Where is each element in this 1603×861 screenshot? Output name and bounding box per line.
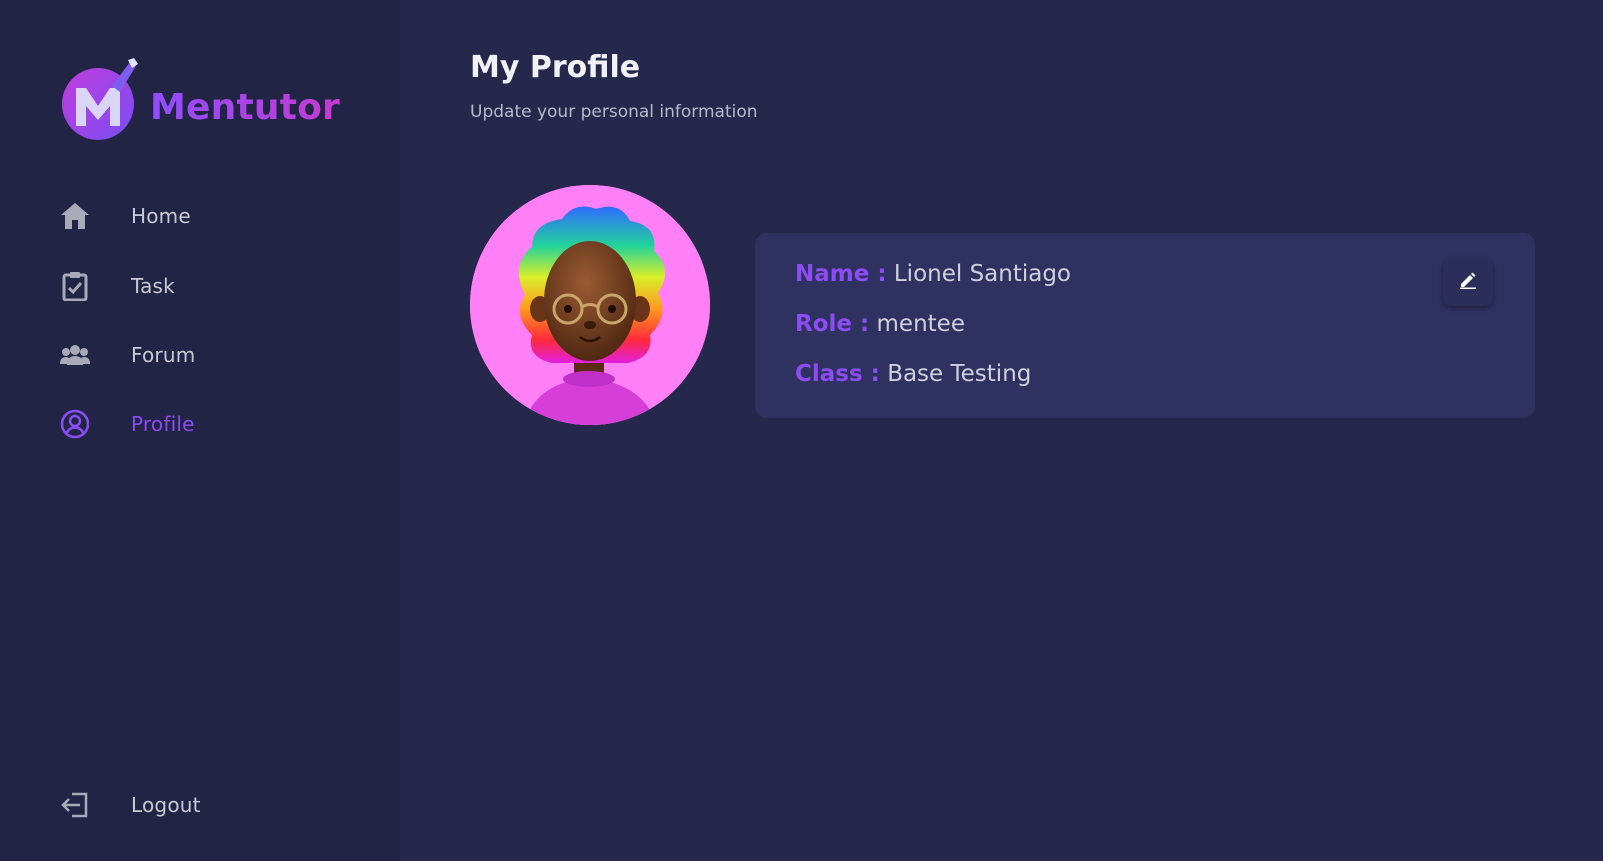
sidebar: Mentutor Home Task Forum Profile Logout <box>0 0 400 861</box>
sidebar-item-label: Home <box>131 204 191 228</box>
sidebar-item-profile[interactable]: Profile <box>60 404 360 444</box>
sidebar-item-label: Profile <box>131 412 195 436</box>
class-label: Class : <box>795 361 880 387</box>
profile-role-row: Role : mentee <box>795 311 965 337</box>
profile-info-card: Name : Lionel Santiago Role : mentee Cla… <box>755 233 1535 418</box>
profile-name-row: Name : Lionel Santiago <box>795 261 1071 287</box>
logout-icon <box>60 790 90 820</box>
user-circle-icon <box>60 409 90 439</box>
brand-name: Mentutor <box>150 86 341 128</box>
sidebar-item-label: Forum <box>131 343 196 367</box>
class-value: Base Testing <box>887 361 1032 387</box>
page-subtitle: Update your personal information <box>470 102 758 122</box>
logout-label: Logout <box>131 793 201 817</box>
role-label: Role : <box>795 311 870 337</box>
app-root: Mentutor Home Task Forum Profile Logout … <box>0 0 1603 861</box>
avatar <box>470 185 710 425</box>
role-value: mentee <box>876 311 965 337</box>
name-value: Lionel Santiago <box>893 261 1072 287</box>
brand-logo-icon <box>62 58 140 142</box>
edit-profile-button[interactable] <box>1443 258 1493 306</box>
name-label: Name : <box>795 261 887 287</box>
home-icon <box>60 201 90 231</box>
brand[interactable]: Mentutor <box>62 58 340 142</box>
sidebar-item-task[interactable]: Task <box>60 266 360 306</box>
sidebar-item-forum[interactable]: Forum <box>60 335 360 375</box>
clipboard-check-icon <box>60 271 90 301</box>
sidebar-item-home[interactable]: Home <box>60 196 360 236</box>
page-title: My Profile <box>470 50 641 85</box>
avatar-image <box>470 185 710 425</box>
sidebar-item-label: Task <box>131 274 175 298</box>
profile-class-row: Class : Base Testing <box>795 361 1031 387</box>
pencil-icon <box>1459 271 1477 293</box>
users-icon <box>60 340 90 370</box>
logout-button[interactable]: Logout <box>60 785 360 825</box>
